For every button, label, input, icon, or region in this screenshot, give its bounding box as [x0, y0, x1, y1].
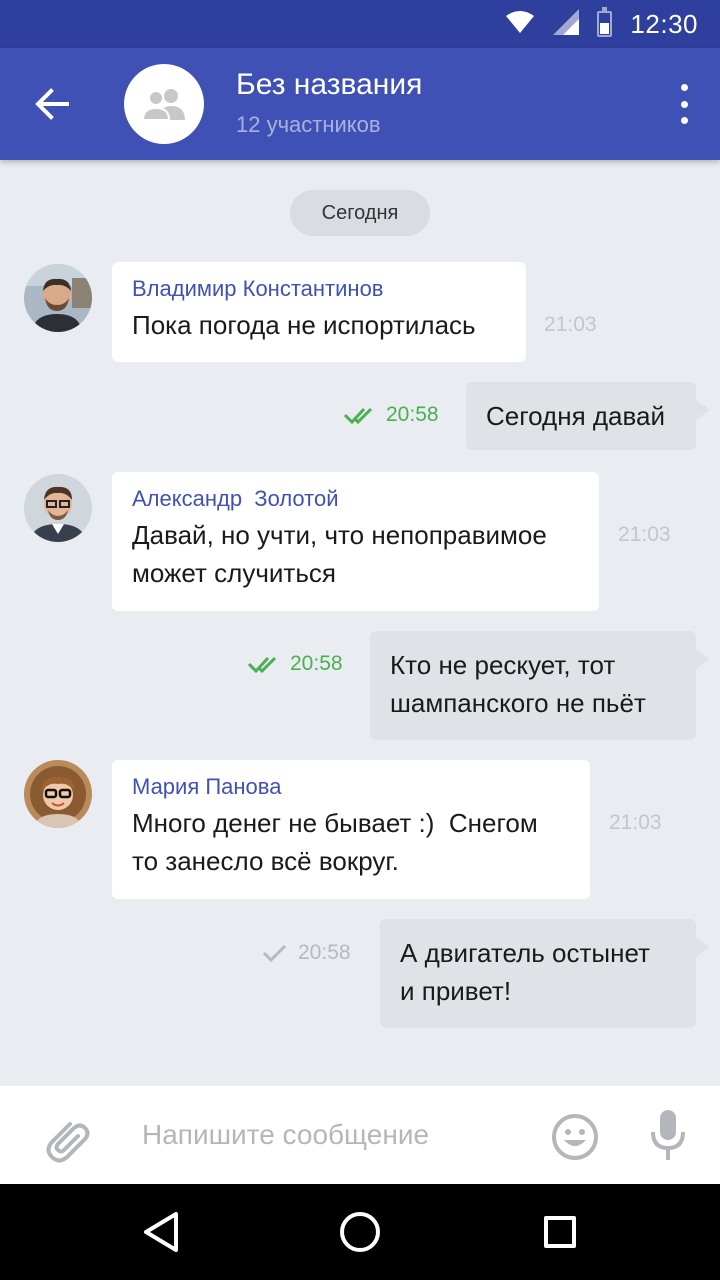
message-bubble[interactable]: Кто не рескует, тот шампанского не пьёт: [370, 631, 710, 740]
avatar[interactable]: [24, 760, 92, 828]
message-text: Сегодня давай: [486, 401, 666, 431]
system-nav-bar: [0, 1184, 720, 1280]
avatar[interactable]: [24, 474, 92, 542]
double-check-icon: [248, 656, 277, 674]
sender-name[interactable]: Владимир Константинов: [132, 274, 506, 304]
message-time: 21:03: [618, 523, 671, 546]
message-input[interactable]: [142, 1112, 522, 1158]
sender-name[interactable]: Мария Панова: [132, 772, 570, 802]
message-time: 21:03: [609, 811, 662, 834]
chat-title[interactable]: Без названия: [236, 68, 422, 102]
message-text: Давай, но учти, что непоправимое: [132, 520, 547, 550]
attach-button[interactable]: [40, 1112, 92, 1164]
voice-message-button[interactable]: [648, 1106, 688, 1166]
triangle-back-icon: [144, 1212, 178, 1252]
message-text: Пока погода не испортилась: [132, 310, 476, 340]
message-bubble[interactable]: Владимир Константинов Пока погода не исп…: [112, 262, 526, 362]
message-bubble[interactable]: Мария Панова Много денег не бывает :) Сн…: [112, 760, 590, 899]
emoji-button[interactable]: [550, 1112, 600, 1162]
microphone-icon: [651, 1110, 685, 1160]
date-divider: Сегодня: [290, 190, 430, 236]
message-status: 20:58: [262, 941, 351, 965]
message-time: 20:58: [298, 941, 351, 964]
battery-icon: [597, 7, 613, 37]
message-status: 20:58: [248, 652, 343, 676]
group-avatar[interactable]: [124, 64, 204, 144]
message-text: Много денег не бывает :) Снегом: [132, 808, 538, 838]
message-text: А двигатель остынет: [400, 938, 650, 968]
avatar[interactable]: [24, 264, 92, 332]
clock: 12:30: [630, 8, 698, 39]
back-button[interactable]: [24, 76, 80, 132]
message-text: то занесло всё вокруг.: [132, 846, 399, 876]
message-time: 20:58: [290, 652, 343, 675]
smiley-icon: [552, 1114, 598, 1160]
nav-home-button[interactable]: [340, 1212, 380, 1252]
sender-name[interactable]: Александр Золотой: [132, 484, 579, 514]
message-time: 21:03: [544, 313, 597, 336]
message-text: Кто не рескует, тот: [390, 650, 616, 680]
paperclip-icon: [46, 1122, 90, 1163]
app-bar: Без названия 12 участников: [0, 48, 720, 160]
nav-back-button[interactable]: [140, 1208, 188, 1256]
double-check-icon: [344, 407, 373, 425]
message-status: 20:58: [344, 403, 439, 427]
message-text: и привет!: [400, 976, 512, 1006]
participants-count: 12 участников: [236, 112, 381, 137]
message-bubble[interactable]: Александр Золотой Давай, но учти, что не…: [112, 472, 599, 611]
message-time: 20:58: [386, 403, 439, 426]
nav-recents-button[interactable]: [544, 1216, 576, 1248]
message-bubble[interactable]: Сегодня давай: [466, 382, 710, 450]
message-bubble[interactable]: А двигатель остынет и привет!: [380, 919, 710, 1028]
message-text: шампанского не пьёт: [390, 688, 646, 718]
check-icon: [262, 944, 287, 963]
wifi-icon: [505, 10, 535, 39]
more-options-button[interactable]: [676, 84, 692, 124]
status-bar: 12:30: [0, 0, 720, 48]
signal-icon: [553, 8, 580, 40]
message-text: может случиться: [132, 558, 336, 588]
message-composer: [0, 1086, 720, 1184]
group-icon: [141, 89, 185, 120]
arrow-left-icon: [35, 88, 69, 120]
more-vert-icon: [680, 84, 688, 124]
